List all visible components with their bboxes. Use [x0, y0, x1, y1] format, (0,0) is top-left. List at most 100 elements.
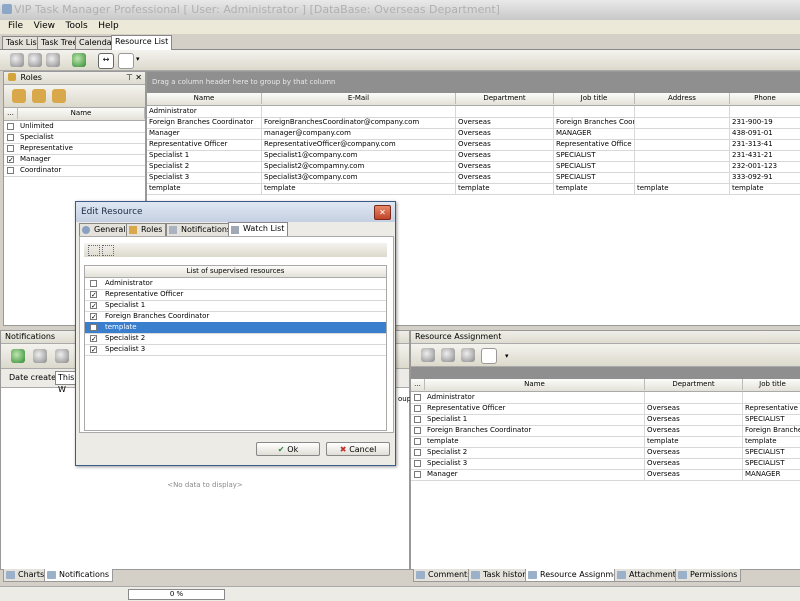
table-cell: Representative Office	[554, 139, 635, 150]
pin-icon[interactable]: ⊤	[126, 72, 133, 84]
role-checkbox[interactable]: ✓	[7, 156, 14, 164]
table-cell: Overseas	[456, 128, 554, 139]
table-row[interactable]: template template template template template…	[147, 183, 800, 195]
role-checkbox[interactable]	[7, 123, 14, 130]
role-checkbox[interactable]	[7, 134, 14, 141]
expand-all-icon[interactable]	[88, 245, 100, 256]
resource-col-header[interactable]: Department	[456, 93, 554, 104]
supervised-name: Specialist 1	[105, 301, 146, 309]
table-cell	[743, 392, 800, 403]
dialog-close-icon[interactable]: ✕	[374, 205, 391, 220]
group-by-area[interactable]: Drag a column header here to group by th…	[147, 72, 800, 93]
assignment-col-header[interactable]: Name	[425, 379, 645, 390]
tab-permissions[interactable]: Permissions	[675, 569, 742, 582]
bottom-right-tabs: Comments Task history Resource Assignmen…	[410, 569, 800, 583]
column-width-icon[interactable]: ↔	[98, 53, 114, 69]
role-checkbox[interactable]	[7, 167, 14, 174]
table-cell: Overseas	[645, 414, 743, 425]
resource-col-header[interactable]: E-Mail	[262, 93, 456, 104]
tab-notifications[interactable]: Notifications	[44, 569, 114, 582]
table-cell: MANAGER	[554, 128, 635, 139]
table-cell: Foreign Branches	[743, 425, 800, 436]
tab-charts[interactable]: Charts	[3, 569, 49, 582]
supervised-checkbox[interactable]: ✓	[90, 335, 97, 343]
add-resource-icon[interactable]	[10, 53, 24, 67]
assignment-col-header[interactable]: ...	[411, 379, 425, 390]
assignment-checkbox[interactable]	[414, 416, 421, 423]
resource-col-header[interactable]: Phone	[730, 93, 800, 104]
table-cell: template	[743, 436, 800, 447]
roles-row[interactable]: Coordinator	[4, 165, 145, 177]
assign-chevron-icon[interactable]: ▾	[505, 352, 509, 360]
refresh-notifications-icon[interactable]	[11, 349, 25, 363]
chevron-down-icon[interactable]: ▾	[136, 55, 140, 63]
supervised-checkbox[interactable]: ✓	[90, 302, 97, 310]
resource-col-header[interactable]: Name	[147, 93, 262, 104]
delete-resource-icon[interactable]	[46, 53, 60, 67]
supervised-checkbox[interactable]	[90, 324, 97, 331]
table-cell: Specialist 3	[147, 172, 262, 183]
dialog-tab-watch-list[interactable]: Watch List	[228, 222, 289, 237]
resource-col-header[interactable]: Address	[635, 93, 730, 104]
assignment-group-area[interactable]	[411, 367, 800, 379]
tab-resource-list[interactable]: Resource List	[111, 35, 173, 50]
print-icon[interactable]	[118, 53, 134, 69]
no-data-label: <No data to display>	[167, 481, 243, 489]
table-cell	[456, 106, 554, 117]
assignment-col-header[interactable]: Job title	[743, 379, 800, 390]
tab-attachments[interactable]: Attachments	[614, 569, 685, 582]
add-role-icon[interactable]	[12, 89, 26, 103]
supervised-checkbox[interactable]: ✓	[90, 313, 97, 321]
close-icon[interactable]: ✕	[135, 72, 142, 84]
assign-print-icon[interactable]	[481, 348, 497, 364]
tab-charts-label: Charts	[18, 570, 45, 579]
assignment-col-header[interactable]: Department	[645, 379, 743, 390]
tab-comments[interactable]: Comments	[413, 569, 476, 582]
tab-task-history-label: Task history	[483, 570, 531, 579]
assignment-checkbox[interactable]	[414, 438, 421, 445]
supervised-checkbox[interactable]: ✓	[90, 291, 97, 299]
dialog-tab-roles[interactable]: Roles	[126, 223, 167, 236]
assignment-checkbox[interactable]	[414, 427, 421, 434]
assignment-checkbox[interactable]	[414, 405, 421, 412]
resource-col-header[interactable]: Job title	[554, 93, 635, 104]
mark-read-icon[interactable]	[33, 349, 47, 363]
table-cell	[645, 392, 743, 403]
dialog-tabs: General Roles Notifications Watch List	[79, 222, 392, 237]
assignment-checkbox[interactable]	[414, 460, 421, 467]
table-cell: template	[425, 436, 645, 447]
title-bar: VIP Task Manager Professional [ User: Ad…	[0, 0, 800, 21]
table-cell	[635, 150, 730, 161]
dialog-tab-general[interactable]: General	[79, 223, 130, 236]
table-cell: template	[456, 183, 554, 194]
assign-edit-icon[interactable]	[441, 348, 455, 362]
table-cell: Overseas	[456, 150, 554, 161]
cancel-button[interactable]: ✖ Cancel	[326, 442, 390, 456]
assign-add-icon[interactable]	[421, 348, 435, 362]
menu-view[interactable]: View	[34, 21, 55, 31]
collapse-all-icon[interactable]	[102, 245, 114, 256]
eye-icon	[231, 226, 239, 234]
supervised-checkbox[interactable]: ✓	[90, 346, 97, 354]
view-icon[interactable]	[55, 349, 69, 363]
supervised-checkbox[interactable]	[90, 280, 97, 287]
assign-delete-icon[interactable]	[461, 348, 475, 362]
ok-button[interactable]: ✔ Ok	[256, 442, 320, 456]
roles-col-name[interactable]: Name	[18, 108, 145, 119]
menu-file[interactable]: File	[8, 21, 23, 31]
assignment-checkbox[interactable]	[414, 394, 421, 401]
menu-help[interactable]: Help	[98, 21, 119, 31]
menu-tools[interactable]: Tools	[66, 21, 88, 31]
table-row[interactable]: Manager Overseas MANAGER	[411, 469, 800, 481]
table-cell: ForeignBranchesCoordinator@company.com	[262, 117, 456, 128]
edit-resource-icon[interactable]	[28, 53, 42, 67]
refresh-icon[interactable]	[72, 53, 86, 67]
assignment-checkbox[interactable]	[414, 471, 421, 478]
edit-role-icon[interactable]	[32, 89, 46, 103]
table-cell: 333-092-91	[730, 172, 800, 183]
role-checkbox[interactable]	[7, 145, 14, 152]
delete-role-icon[interactable]	[52, 89, 66, 103]
supervised-row[interactable]: ✓ Specialist 3	[85, 344, 386, 356]
assignment-checkbox[interactable]	[414, 449, 421, 456]
dialog-tab-notifications[interactable]: Notifications	[166, 223, 236, 236]
